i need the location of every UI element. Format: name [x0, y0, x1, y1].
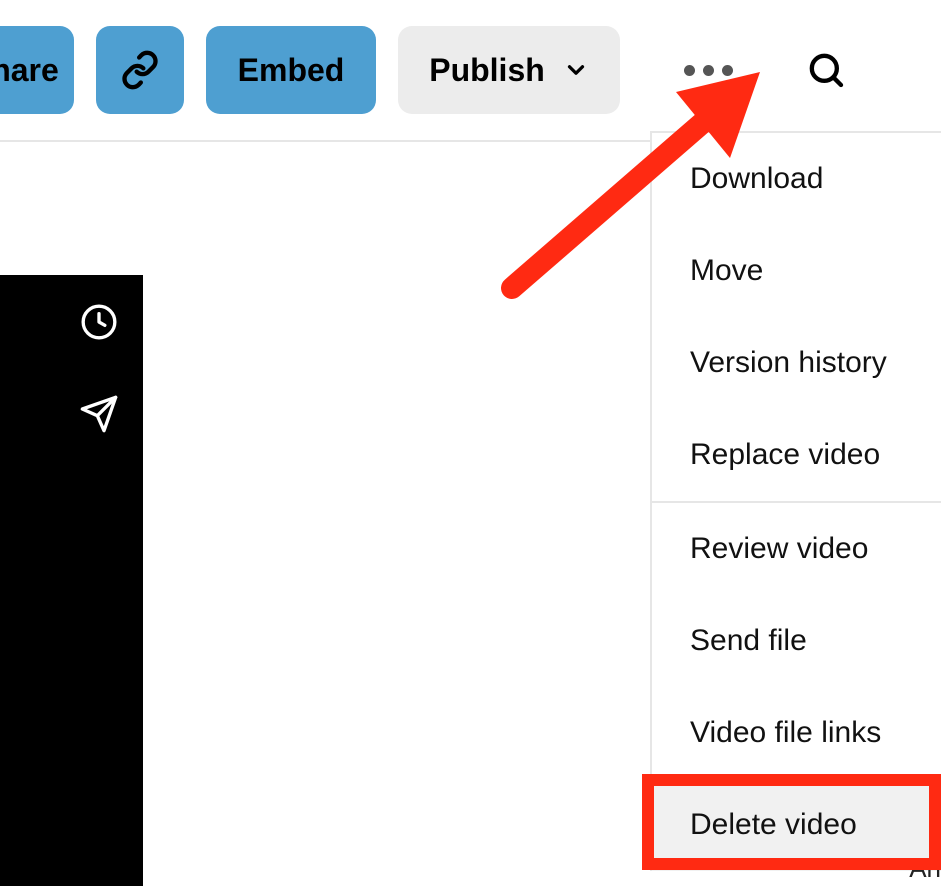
chevron-down-icon	[563, 57, 589, 83]
menu-item-label: Review video	[690, 532, 868, 565]
embed-button[interactable]: Embed	[206, 26, 376, 114]
search-button[interactable]	[790, 34, 862, 106]
video-preview	[0, 275, 143, 886]
share-button-label: hare	[0, 52, 59, 89]
clock-icon	[79, 302, 119, 342]
send-icon	[79, 394, 119, 434]
copy-link-button[interactable]	[96, 26, 184, 114]
menu-item-label: Move	[690, 254, 763, 287]
menu-item-label: Download	[690, 162, 823, 195]
menu-item-label: Version history	[690, 346, 887, 379]
menu-item-label: Delete video	[690, 808, 857, 841]
ellipsis-icon	[684, 65, 733, 76]
publish-button-label: Publish	[429, 52, 545, 89]
menu-item-review-video[interactable]: Review video	[652, 503, 941, 595]
embed-button-label: Embed	[238, 52, 345, 89]
menu-item-version-history[interactable]: Version history	[652, 317, 941, 409]
share-button[interactable]: hare	[0, 26, 74, 114]
cutoff-text: An	[909, 849, 941, 886]
more-options-menu: Download Move Version history Replace vi…	[650, 131, 941, 871]
send-button[interactable]	[79, 394, 119, 434]
menu-item-video-file-links[interactable]: Video file links	[652, 687, 941, 779]
menu-item-replace-video[interactable]: Replace video	[652, 409, 941, 501]
menu-item-label: Replace video	[690, 438, 880, 471]
search-icon	[806, 50, 846, 90]
more-options-button[interactable]	[672, 34, 744, 106]
watch-later-button[interactable]	[79, 302, 119, 342]
menu-item-download[interactable]: Download	[652, 133, 941, 225]
menu-section-1: Download Move Version history Replace vi…	[652, 133, 941, 503]
menu-item-label: Send file	[690, 624, 807, 657]
menu-item-label: Video file links	[690, 716, 881, 749]
toolbar: hare Embed Publish	[0, 0, 941, 142]
menu-item-move[interactable]: Move	[652, 225, 941, 317]
menu-item-delete-video[interactable]: Delete video	[652, 779, 941, 871]
link-icon	[120, 50, 160, 90]
publish-button[interactable]: Publish	[398, 26, 620, 114]
menu-section-2: Review video Send file Video file links …	[652, 503, 941, 871]
menu-item-send-file[interactable]: Send file	[652, 595, 941, 687]
video-preview-actions	[79, 302, 119, 434]
